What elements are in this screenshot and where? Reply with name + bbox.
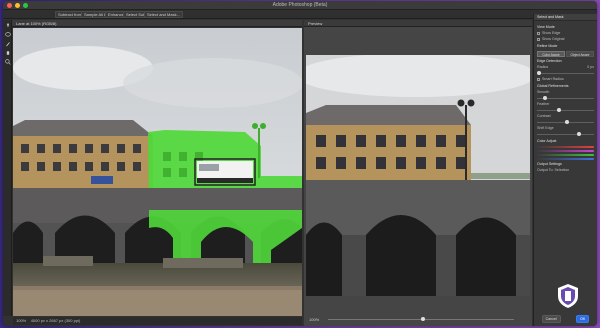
tool-bar [3,20,12,316]
shift-edge-slider[interactable] [537,132,594,137]
properties-header: Select and Mask [534,14,597,21]
contrast-slider[interactable] [537,120,594,125]
magenta-channel-bar[interactable] [537,150,594,152]
preview-zoom-label: 100% [309,317,320,322]
brush-icon[interactable] [4,40,11,47]
output-settings-title[interactable]: Output Settings [537,162,594,167]
title-bar: Adobe Photoshop (Beta) [3,1,597,10]
edge-detection-title[interactable]: Edge Detection [537,59,594,64]
refine-mode-title: Refine Mode [537,44,558,48]
zoom-icon[interactable] [4,58,11,65]
show-original-checkbox[interactable] [537,37,540,41]
smooth-label: Smooth [537,90,550,94]
show-edge-label: Show Edge [542,31,561,35]
options-bar: Subtract from Sample All Layers Enhance … [3,10,597,19]
feather-label: Feather [537,102,550,106]
preview-image [306,55,530,296]
red-channel-bar[interactable] [537,146,594,148]
ok-button[interactable]: OK [576,315,590,323]
preview-zoom-row: 100% [304,316,532,324]
zoom-readout: 100% [16,318,27,323]
status-bar: 100% 4000 px x 2667 px (300 ppi) [13,317,302,325]
preview-zoom-thumb[interactable] [421,317,425,321]
output-to-dropdown[interactable]: Output To: Selection [537,168,594,173]
cancel-button[interactable]: Cancel [541,315,561,323]
show-original-label: Show Original [542,37,565,41]
blue-channel-bar[interactable] [537,158,594,160]
dialog-buttons: Cancel OK [534,315,597,323]
select-and-mask-button[interactable]: Select and Mask... [144,11,183,18]
document-tab[interactable]: Lane at 100% (RGB/8) [12,20,302,27]
shield-logo-icon [557,283,579,309]
shift-edge-label: Shift Edge [537,126,554,130]
lasso-icon[interactable] [4,31,11,38]
smooth-slider[interactable] [537,96,594,101]
feather-slider[interactable] [537,108,594,113]
view-mode-title[interactable]: View Mode [537,25,594,30]
move-icon[interactable] [4,22,11,29]
river-scene-image [13,28,302,316]
contrast-label: Contrast [537,114,551,118]
smart-radius-checkbox[interactable] [537,77,540,81]
document-canvas[interactable] [13,28,302,316]
radius-slider[interactable] [537,71,594,76]
preview-zoom-slider[interactable] [328,317,514,321]
photoshop-window: Adobe Photoshop (Beta) Subtract from Sam… [3,1,597,326]
radius-value: 0 px [587,65,594,69]
window-title: Adobe Photoshop (Beta) [272,2,328,8]
preview-pane: Preview 100% [304,20,532,326]
global-refinements-title[interactable]: Global Refinements [537,84,594,89]
document-size-readout: 4000 px x 2667 px (300 ppi) [30,318,81,323]
refine-mode-toggle: Color Aware Object Aware [537,51,594,57]
smart-radius-label: Smart Radius [542,77,564,81]
properties-panel: Select and Mask View Mode Show Edge Show… [533,14,597,326]
preview-tab[interactable]: Preview [304,20,532,27]
hand-icon[interactable] [4,49,11,56]
color-adjust-title[interactable]: Color Adjust [537,139,594,144]
radius-label: Radius [537,65,549,69]
preview-scene-image [306,55,530,296]
show-edge-checkbox[interactable] [537,31,540,35]
object-aware-button[interactable]: Object Aware [566,51,594,57]
green-channel-bar[interactable] [537,154,594,156]
color-aware-button[interactable]: Color Aware [537,51,565,57]
